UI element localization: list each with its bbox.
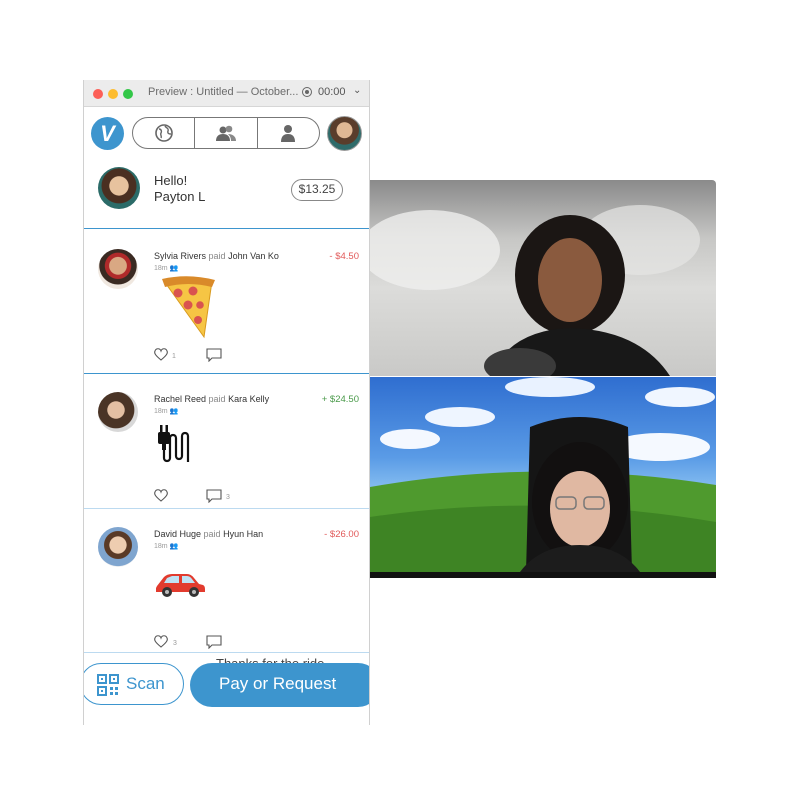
minimize-window-button[interactable] — [108, 89, 118, 99]
timestamp: 18m 👥 — [154, 408, 179, 415]
heart-icon[interactable] — [154, 635, 168, 648]
balance-badge[interactable]: $13.25 — [291, 179, 343, 201]
pay-or-request-label: Pay or Request — [219, 674, 337, 693]
window-title: Preview : Untitled — October... — [148, 86, 299, 98]
payer-name[interactable]: Rachel Reed — [154, 394, 206, 404]
feed-item[interactable]: David Huge paid Hyun Han 18m 👥 - $26.00 … — [84, 509, 369, 671]
transaction-text: David Huge paid Hyun Han — [154, 529, 263, 539]
pay-or-request-button[interactable]: Pay or Request — [190, 663, 369, 707]
like-count: 1 — [172, 353, 176, 360]
amount: - $26.00 — [324, 529, 359, 540]
avatar — [98, 392, 138, 432]
payee-name[interactable]: John Van Ko — [228, 251, 279, 261]
payer-name[interactable]: David Huge — [154, 529, 201, 539]
user-avatar — [98, 167, 140, 209]
video-tile-participant-1[interactable] — [370, 180, 716, 376]
friends-icon: 👥 — [169, 543, 179, 550]
comment-icon[interactable] — [206, 348, 222, 362]
participant-1-video-frame — [370, 205, 700, 376]
transaction-text: Rachel Reed paid Kara Kelly — [154, 394, 269, 404]
comment-count: 3 — [226, 494, 230, 501]
friends-icon — [215, 125, 236, 141]
record-icon[interactable] — [302, 87, 312, 97]
heart-icon[interactable] — [154, 348, 168, 361]
video-tile-participant-2[interactable] — [370, 377, 716, 578]
plug-icon — [158, 425, 190, 463]
close-window-button[interactable] — [93, 89, 103, 99]
avatar — [98, 527, 138, 567]
window-titlebar: Preview : Untitled — October... 00:00 ⌄ — [84, 80, 369, 107]
zoom-window-button[interactable] — [123, 89, 133, 99]
verb: paid — [203, 529, 221, 539]
feed-item[interactable]: Rachel Reed paid Kara Kelly 18m 👥 + $24.… — [84, 374, 369, 508]
greeting: Hello! Payton L — [154, 173, 205, 205]
scan-label: Scan — [126, 674, 165, 693]
recording-timer: 00:00 — [318, 86, 346, 98]
comment-icon[interactable] — [206, 635, 222, 649]
tab-friends[interactable] — [194, 118, 256, 148]
avatar — [98, 249, 138, 289]
amount: - $4.50 — [329, 251, 359, 262]
timestamp: 18m 👥 — [154, 265, 179, 272]
feed-item[interactable]: Sylvia Rivers paid John Van Ko 18m 👥 - $… — [84, 229, 369, 373]
heart-icon[interactable] — [154, 489, 168, 502]
venmo-app-window: Preview : Untitled — October... 00:00 ⌄ … — [83, 80, 370, 725]
tab-public[interactable] — [133, 118, 194, 148]
person-icon — [281, 125, 296, 142]
globe-icon — [154, 124, 173, 142]
transaction-text: Sylvia Rivers paid John Van Ko — [154, 251, 279, 261]
payee-name[interactable]: Kara Kelly — [228, 394, 269, 404]
profile-avatar[interactable] — [327, 116, 362, 151]
feed-tabs — [132, 117, 320, 149]
friends-icon: 👥 — [169, 265, 179, 272]
payer-name[interactable]: Sylvia Rivers — [154, 251, 206, 261]
amount: + $24.50 — [321, 394, 359, 405]
greeting-hello: Hello! — [154, 173, 188, 188]
like-count: 3 — [173, 640, 177, 647]
payee-name[interactable]: Hyun Han — [223, 529, 263, 539]
verb: paid — [208, 394, 226, 404]
chevron-down-icon[interactable]: ⌄ — [353, 85, 361, 96]
greeting-name: Payton L — [154, 189, 206, 204]
scan-button[interactable]: Scan — [84, 663, 184, 705]
tab-personal[interactable] — [256, 118, 319, 148]
venmo-logo[interactable]: V — [91, 117, 124, 150]
participant-2-video-frame — [370, 377, 716, 572]
verb: paid — [208, 251, 226, 261]
friends-icon: 👥 — [169, 408, 179, 415]
car-icon — [156, 574, 205, 597]
qr-code-icon — [97, 674, 119, 696]
pizza-icon — [162, 276, 215, 339]
video-bottom-bar — [370, 572, 716, 578]
divider — [84, 652, 369, 653]
timestamp: 18m 👥 — [154, 543, 179, 550]
comment-icon[interactable] — [206, 489, 222, 503]
